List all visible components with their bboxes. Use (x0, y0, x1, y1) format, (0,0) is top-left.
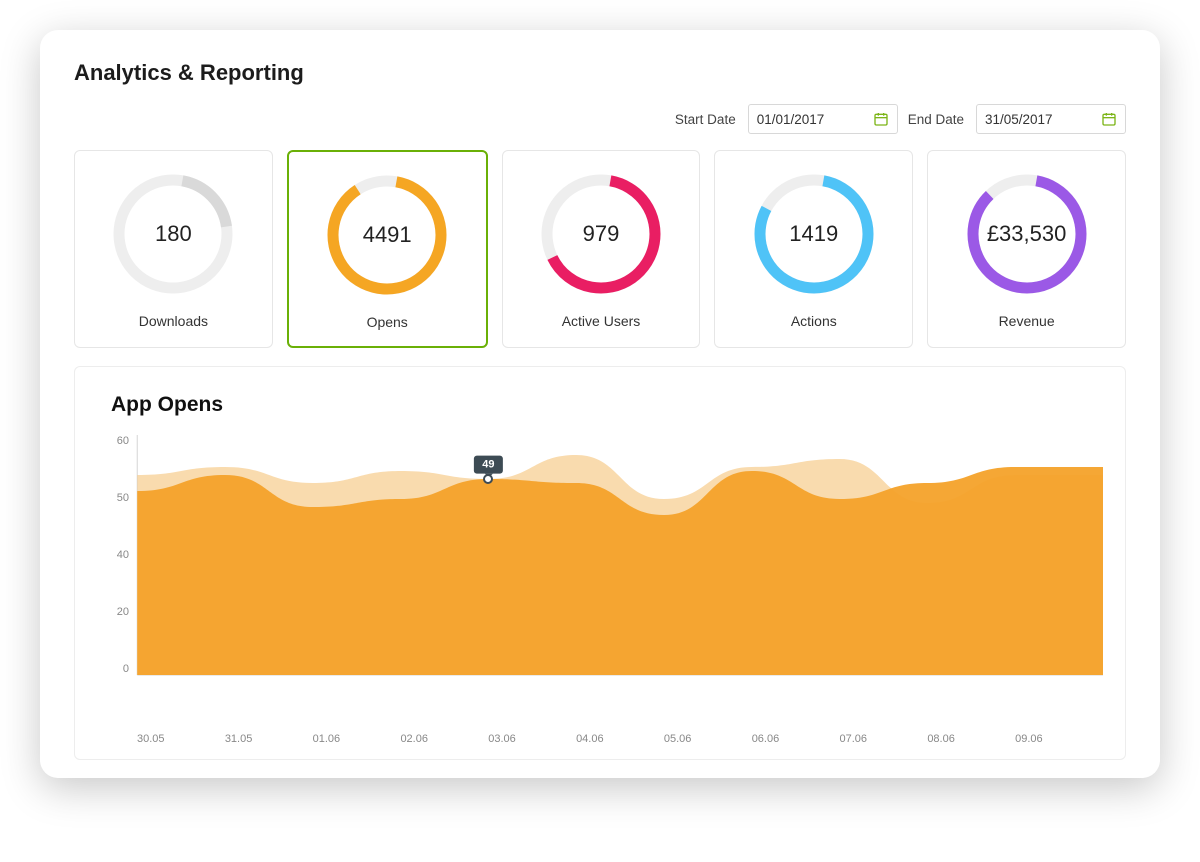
donut-chart: 1419 (749, 169, 879, 299)
calendar-icon[interactable] (873, 111, 889, 127)
x-tick: 07.06 (840, 733, 928, 745)
chart-area: 60 50 40 20 0 30.0531.0501.0602.0603.0604.06… (97, 435, 1103, 745)
x-tick: 06.06 (752, 733, 840, 745)
chart-title: App Opens (111, 393, 1103, 417)
metric-value: £33,530 (962, 169, 1092, 299)
y-tick: 60 (97, 435, 129, 447)
y-tick: 20 (97, 606, 129, 618)
x-tick: 31.05 (225, 733, 313, 745)
metric-card-downloads[interactable]: 180 Downloads (74, 150, 273, 348)
metric-value: 979 (536, 169, 666, 299)
metric-cards-row: 180 Downloads 4491 Opens 979 Active User… (74, 150, 1126, 348)
metric-card-actions[interactable]: 1419 Actions (714, 150, 913, 348)
x-tick: 30.05 (137, 733, 225, 745)
donut-chart: 979 (536, 169, 666, 299)
end-date-label: End Date (908, 112, 964, 127)
metric-value: 180 (108, 169, 238, 299)
x-tick: 03.06 (488, 733, 576, 745)
y-tick: 50 (97, 492, 129, 504)
x-tick: 08.06 (927, 733, 1015, 745)
metric-card-opens[interactable]: 4491 Opens (287, 150, 488, 348)
chart-tooltip-dot (483, 474, 493, 484)
x-tick: 04.06 (576, 733, 664, 745)
y-axis-labels: 60 50 40 20 0 (97, 435, 129, 675)
donut-chart: 180 (108, 169, 238, 299)
y-tick: 0 (97, 663, 129, 675)
donut-chart: £33,530 (962, 169, 1092, 299)
metric-card-active-users[interactable]: 979 Active Users (502, 150, 701, 348)
chart-tooltip: 49 (474, 456, 502, 474)
metric-label: Actions (791, 313, 837, 329)
metric-label: Revenue (999, 313, 1055, 329)
end-date-value: 31/05/2017 (985, 112, 1053, 127)
x-tick: 05.06 (664, 733, 752, 745)
area-chart[interactable] (97, 435, 1103, 715)
metric-label: Active Users (562, 313, 641, 329)
x-tick: 09.06 (1015, 733, 1103, 745)
metric-value: 1419 (749, 169, 879, 299)
calendar-icon[interactable] (1101, 111, 1117, 127)
end-date-input[interactable]: 31/05/2017 (976, 104, 1126, 134)
page-title: Analytics & Reporting (74, 60, 1126, 86)
chart-panel: App Opens 60 50 40 20 0 30.0531.0501.0602.06… (74, 366, 1126, 760)
metric-value: 4491 (322, 170, 452, 300)
start-date-label: Start Date (675, 112, 736, 127)
metric-card-revenue[interactable]: £33,530 Revenue (927, 150, 1126, 348)
y-tick: 40 (97, 549, 129, 561)
date-range-row: Start Date 01/01/2017 End Date 31/05/201… (74, 104, 1126, 134)
metric-label: Opens (367, 314, 408, 330)
metric-label: Downloads (139, 313, 208, 329)
start-date-value: 01/01/2017 (757, 112, 825, 127)
donut-chart: 4491 (322, 170, 452, 300)
start-date-input[interactable]: 01/01/2017 (748, 104, 898, 134)
x-tick: 02.06 (400, 733, 488, 745)
x-tick: 01.06 (313, 733, 401, 745)
x-axis-labels: 30.0531.0501.0602.0603.0604.0605.0606.06… (137, 733, 1103, 745)
analytics-panel: Analytics & Reporting Start Date 01/01/2… (40, 30, 1160, 778)
